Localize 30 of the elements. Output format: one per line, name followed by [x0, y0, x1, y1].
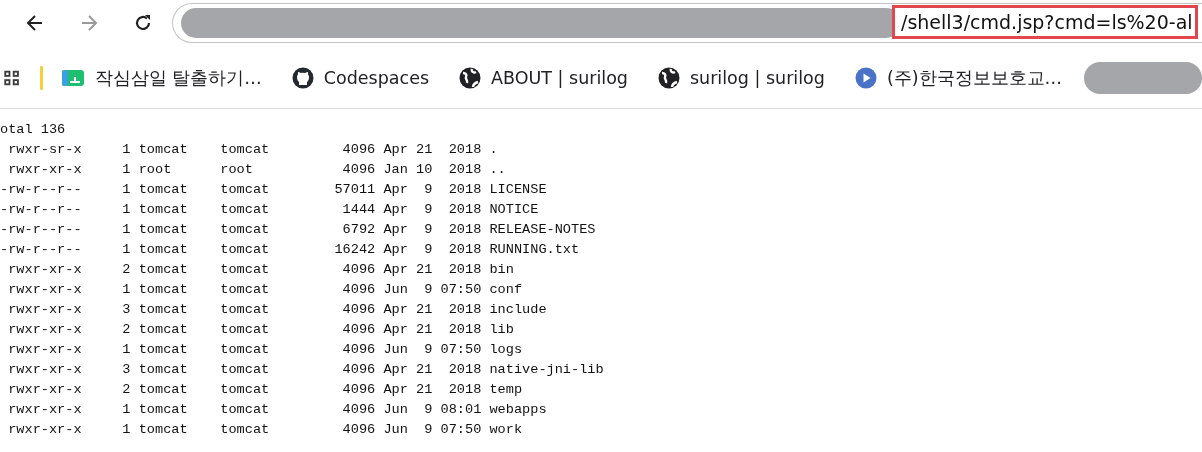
output-line: rwxr-xr-x 3 tomcat tomcat 4096 Apr 21 2018 include [7, 301, 547, 319]
apps-grid-icon[interactable] [4, 68, 20, 87]
output-line: -rw-r--r-- 1 tomcat tomcat 16242 Apr 9 2018 RUNNING.txt [0, 241, 580, 259]
bookmark-link[interactable]: surilog | surilog [657, 66, 825, 89]
output-line: rwxr-xr-x 1 tomcat tomcat 4096 Jun 9 07:50 work [7, 421, 523, 439]
globe-icon [657, 66, 680, 89]
output-line: rwxr-xr-x 3 tomcat tomcat 4096 Apr 21 2018 native-jni-lib [7, 361, 604, 379]
app-icon [60, 68, 85, 87]
github-cat-icon [291, 66, 314, 89]
output-line: rwxr-sr-x 1 tomcat tomcat 4096 Apr 21 2018 . [7, 141, 498, 159]
play-icon [854, 66, 877, 89]
output-line: -rw-r--r-- 1 tomcat tomcat 6792 Apr 9 2018 RELEASE-NOTES [0, 221, 596, 239]
output-line: rwxr-xr-x 1 tomcat tomcat 4096 Jun 9 08:01 webapps [7, 401, 547, 419]
bookmark-link[interactable]: (주)한국정보보호교… [854, 65, 1063, 90]
bookmark-link[interactable]: 작심삼일 탈출하기… [60, 65, 262, 90]
output-line: -rw-r--r-- 1 tomcat tomcat 1444 Apr 9 2018 NOTICE [0, 201, 539, 219]
bookmark-link[interactable]: Codespaces [291, 66, 430, 89]
output-line: rwxr-xr-x 2 tomcat tomcat 4096 Apr 21 2018 bin [7, 261, 514, 279]
globe-icon [459, 66, 482, 89]
output-line: rwxr-xr-x 1 tomcat tomcat 4096 Jun 9 07:50 logs [7, 341, 523, 359]
output-line: rwxr-xr-x 2 tomcat tomcat 4096 Apr 21 2018 temp [7, 381, 523, 399]
output-line: rwxr-xr-x 2 tomcat tomcat 4096 Apr 21 2018 lib [7, 321, 514, 339]
back-arrow-icon[interactable] [25, 13, 45, 33]
bookmark-link[interactable]: ABOUT | surilog [459, 66, 628, 89]
reload-icon[interactable] [133, 13, 153, 33]
url-highlight: /shell3/cmd.jsp?cmd=ls%20-al [892, 5, 1198, 39]
output-line: -rw-r--r-- 1 tomcat tomcat 57011 Apr 9 2018 LICENSE [0, 181, 547, 199]
output-line: rwxr-xr-x 1 root root 4096 Jan 10 2018 .. [7, 161, 506, 179]
output-line: rwxr-xr-x 1 tomcat tomcat 4096 Jun 9 07:50 conf [7, 281, 523, 299]
output-line: otal 136 [0, 121, 66, 139]
